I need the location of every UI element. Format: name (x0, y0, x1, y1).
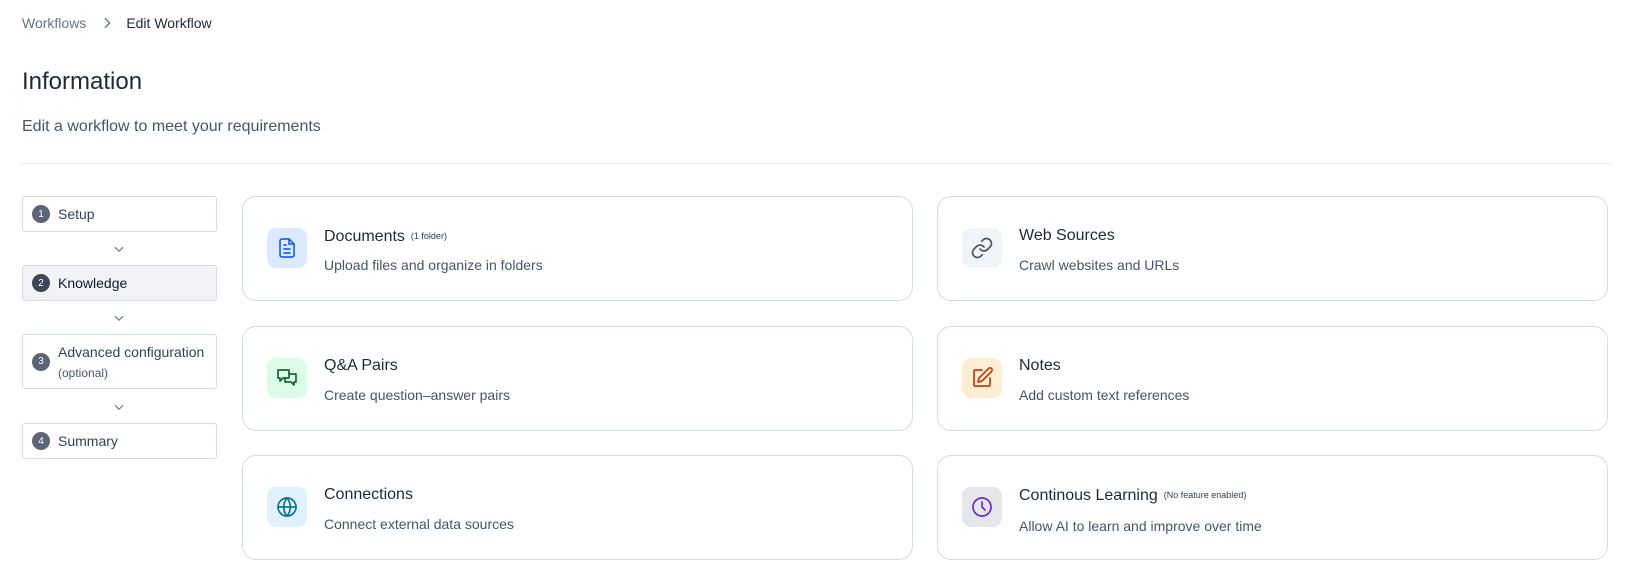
card-title: Web Sources (1019, 225, 1115, 247)
card-description: Allow AI to learn and improve over time (1019, 518, 1262, 534)
qa-pairs-card[interactable]: Q&A Pairs Create question–answer pairs (242, 326, 913, 431)
card-description: Add custom text references (1019, 387, 1190, 403)
card-title-text: Q&A Pairs (324, 357, 398, 374)
chevron-right-icon (100, 16, 114, 30)
card-badge: (1 folder) (410, 231, 447, 241)
card-title-text: Web Sources (1019, 227, 1115, 244)
step-label: Setup (58, 206, 95, 222)
step-knowledge[interactable]: 2 Knowledge (22, 265, 217, 301)
chevron-down-icon (113, 400, 125, 412)
connections-card[interactable]: Connections Connect external data source… (242, 455, 913, 560)
continuous-learning-card[interactable]: Continous Learning (No feature enabled) A… (937, 455, 1608, 560)
chat-bubbles-icon (267, 358, 307, 398)
web-sources-card[interactable]: Web Sources Crawl websites and URLs (937, 196, 1608, 301)
breadcrumb: Workflows Edit Workflow (22, 14, 212, 32)
card-title: Continous Learning (No feature enabled) (1019, 484, 1246, 507)
step-number: 2 (32, 274, 50, 292)
card-title-text: Documents (324, 228, 405, 245)
card-description: Crawl websites and URLs (1019, 257, 1180, 273)
breadcrumb-current: Edit Workflow (126, 15, 212, 31)
step-label: Summary (58, 433, 118, 449)
card-badge: (No feature enabled) (1163, 490, 1247, 500)
step-label: Advanced configuration (58, 343, 205, 360)
chevron-down-icon (113, 242, 125, 254)
globe-icon (267, 487, 307, 527)
card-title: Connections (324, 484, 413, 506)
clock-icon (962, 487, 1002, 527)
step-number: 3 (32, 352, 50, 371)
page-title: Information (22, 68, 143, 95)
documents-card[interactable]: Documents (1 folder) Upload files and org… (242, 196, 913, 301)
card-description: Create question–answer pairs (324, 387, 510, 403)
divider (22, 163, 1610, 164)
document-icon (267, 228, 307, 268)
page-subtitle: Edit a workflow to meet your requirement… (22, 118, 321, 135)
breadcrumb-workflows-link[interactable]: Workflows (22, 15, 86, 31)
card-description: Upload files and organize in folders (324, 257, 543, 273)
notes-card[interactable]: Notes Add custom text references (937, 326, 1608, 431)
step-setup[interactable]: 1 Setup (22, 196, 217, 232)
card-description: Connect external data sources (324, 516, 514, 532)
edit-note-icon (962, 358, 1002, 398)
step-summary[interactable]: 4 Summary (22, 423, 217, 459)
card-title-text: Notes (1019, 357, 1061, 374)
card-title-text: Continous Learning (1019, 487, 1158, 504)
step-label: Knowledge (58, 275, 128, 291)
link-icon (962, 228, 1002, 268)
step-label-group: Advanced configuration (optional) (58, 343, 204, 381)
card-title-text: Connections (324, 486, 413, 503)
card-title: Documents (1 folder) (324, 225, 447, 248)
step-number: 1 (32, 205, 50, 223)
chevron-down-icon (113, 311, 125, 323)
step-number: 4 (32, 432, 50, 450)
card-title: Q&A Pairs (324, 355, 398, 377)
step-advanced-configuration[interactable]: 3 Advanced configuration (optional) (22, 334, 217, 389)
card-title: Notes (1019, 355, 1061, 377)
step-optional-note: (optional) (58, 365, 109, 380)
